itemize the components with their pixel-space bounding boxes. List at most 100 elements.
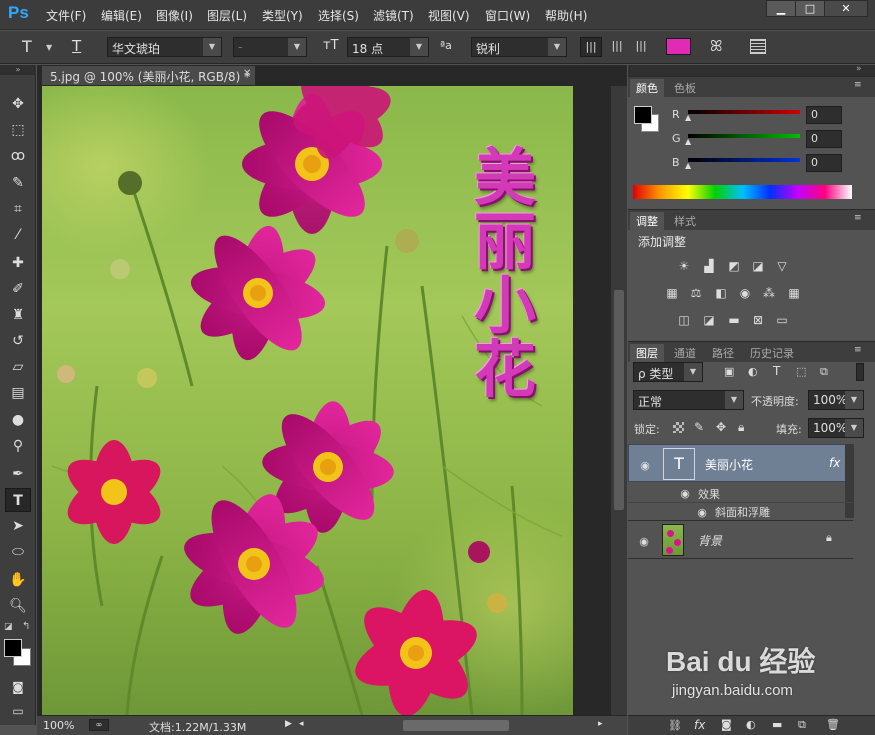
text-color-swatch[interactable] — [666, 38, 691, 55]
tab-adjustments[interactable]: 调整 — [630, 212, 664, 230]
foreground-color-swatch[interactable] — [4, 639, 22, 657]
tab-history[interactable]: 历史记录 — [744, 344, 800, 362]
filter-shape-icon[interactable]: ⬚ — [796, 365, 806, 378]
text-tool-preset-icon[interactable]: T — [22, 37, 32, 56]
visibility-eye-icon[interactable]: ◉ — [637, 535, 651, 548]
zoom-level[interactable]: 100% — [43, 719, 74, 732]
document-tab[interactable]: 5.jpg @ 100% (美丽小花, RGB/8) * — [42, 66, 255, 85]
new-group-icon[interactable]: ▬ — [772, 718, 782, 731]
tab-color[interactable]: 颜色 — [630, 79, 664, 97]
layer-row-background[interactable]: ◉ 背景 🔒︎ — [628, 521, 853, 559]
minimize-button[interactable]: ▁ — [766, 0, 796, 17]
toggle-text-orientation-icon[interactable]: T — [72, 37, 81, 55]
effects-eye-icon[interactable]: ◉ — [678, 487, 692, 500]
close-button[interactable]: ✕ — [824, 0, 868, 17]
channel-b-slider[interactable] — [688, 158, 800, 162]
exposure-icon[interactable]: ◪ — [750, 259, 766, 273]
bevel-eye-icon[interactable]: ◉ — [695, 506, 709, 519]
panel-menu-icon[interactable]: ≡ — [854, 80, 862, 90]
lock-transparency-icon[interactable] — [673, 422, 684, 433]
tab-layers[interactable]: 图层 — [630, 344, 664, 362]
opacity-input[interactable]: 100% ▼ — [808, 390, 864, 410]
scroll-right-icon[interactable]: ▸ — [598, 719, 603, 729]
hand-tool-icon[interactable]: ✋ — [5, 568, 31, 592]
channel-b-input[interactable]: 0 — [806, 154, 842, 172]
channel-r-input[interactable]: 0 — [806, 106, 842, 124]
brightness-icon[interactable]: ☀ — [676, 259, 692, 273]
black-white-icon[interactable]: ◧ — [713, 286, 729, 300]
dodge-tool-icon[interactable]: ⚲ — [5, 434, 31, 458]
invert-icon[interactable]: ◫ — [676, 313, 692, 327]
quick-mask-icon[interactable]: ◙ — [5, 675, 31, 699]
align-center-icon[interactable]: ||| — [606, 37, 628, 57]
filter-pixel-icon[interactable]: ▣ — [724, 365, 734, 378]
channel-g-input[interactable]: 0 — [806, 130, 842, 148]
new-adjustment-icon[interactable]: ◐ — [746, 718, 756, 731]
channel-r-slider[interactable] — [688, 110, 800, 114]
zoom-tool-icon[interactable]: 🔍︎ — [5, 594, 31, 618]
menu-filter[interactable]: 滤镜(T) — [373, 7, 414, 24]
menu-file[interactable]: 文件(F) — [46, 7, 86, 24]
type-tool-icon[interactable]: T — [5, 488, 31, 512]
collapse-panels-icon[interactable]: » — [856, 64, 862, 74]
swap-colors-icon[interactable]: ↰ — [22, 621, 30, 632]
layer-name-background[interactable]: 背景 — [698, 532, 722, 549]
fx-icon[interactable]: fx — [829, 456, 840, 470]
clone-stamp-tool-icon[interactable]: ♜ — [5, 303, 31, 327]
canvas-text-layer[interactable]: 美 丽 小 花 — [460, 146, 550, 402]
lock-pixels-icon[interactable]: ✎ — [694, 420, 704, 434]
panel-menu-icon[interactable]: ≡ — [854, 345, 862, 355]
filter-toggle[interactable] — [856, 363, 864, 381]
layer-filter-select[interactable]: ρ 类型 ▼ — [633, 362, 703, 382]
move-tool-icon[interactable]: ✥ — [5, 92, 31, 116]
blur-tool-icon[interactable]: ● — [5, 408, 31, 432]
menu-layer[interactable]: 图层(L) — [207, 7, 247, 24]
slider-thumb-icon[interactable]: ▲ — [685, 113, 691, 122]
menu-help[interactable]: 帮助(H) — [545, 7, 587, 24]
channel-g-slider[interactable] — [688, 134, 800, 138]
eyedropper-tool-icon[interactable]: ⁄ — [5, 223, 31, 247]
tab-paths[interactable]: 路径 — [706, 344, 740, 362]
antialias-select[interactable]: 锐利 ▼ — [471, 37, 567, 57]
threshold-icon[interactable]: ▬ — [726, 313, 742, 327]
chevron-down-icon[interactable]: ▼ — [46, 43, 52, 52]
link-layers-icon[interactable]: ⛓ — [668, 719, 682, 732]
menu-type[interactable]: 类型(Y) — [262, 7, 303, 24]
vertical-scroll-thumb[interactable] — [614, 290, 624, 510]
layer-effect-bevel-row[interactable]: ◉ 斜面和浮雕 — [628, 502, 853, 521]
slider-thumb-icon[interactable]: ▲ — [685, 161, 691, 170]
gradient-tool-icon[interactable]: ▤ — [5, 381, 31, 405]
warp-text-icon[interactable]: ꕤ — [710, 37, 722, 55]
layer-row-text[interactable]: ◉ T 美丽小花 fx — [628, 444, 853, 482]
history-brush-tool-icon[interactable]: ↺ — [5, 329, 31, 353]
color-spectrum-ramp[interactable] — [633, 185, 852, 199]
add-style-icon[interactable]: fx — [694, 718, 705, 732]
slider-thumb-icon[interactable]: ▲ — [685, 137, 691, 146]
close-tab-icon[interactable]: ✕ — [243, 68, 251, 79]
crop-tool-icon[interactable]: ⌗ — [5, 197, 31, 221]
delete-layer-icon[interactable]: 🗑︎ — [826, 718, 840, 731]
levels-icon[interactable]: ▟ — [701, 259, 717, 273]
menu-view[interactable]: 视图(V) — [428, 7, 470, 24]
channel-mixer-icon[interactable]: ⁂ — [761, 286, 777, 300]
photo-filter-icon[interactable]: ◉ — [737, 286, 753, 300]
selective-color-icon[interactable]: ⊠ — [750, 313, 766, 327]
vibrance-icon[interactable]: ▽ — [774, 259, 790, 273]
layer-effects-row[interactable]: ◉ 效果 — [628, 483, 853, 503]
menu-image[interactable]: 图像(I) — [156, 7, 193, 24]
align-left-icon[interactable]: ||| — [580, 37, 602, 57]
filter-smart-object-icon[interactable]: ⧉ — [820, 365, 828, 379]
default-colors-icon[interactable]: ◪ — [4, 622, 13, 632]
scroll-left-icon[interactable]: ◂ — [299, 719, 304, 729]
screen-mode-icon[interactable]: ▭ — [5, 699, 31, 723]
character-panel-icon[interactable] — [750, 39, 766, 54]
posterize-icon[interactable]: ◪ — [701, 313, 717, 327]
pen-tool-icon[interactable]: ✒ — [5, 462, 31, 486]
status-menu-arrow-icon[interactable]: ▶ — [285, 719, 292, 729]
status-preview-icon[interactable]: ∞ — [89, 719, 109, 731]
tab-channels[interactable]: 通道 — [668, 344, 702, 362]
color-lookup-icon[interactable]: ▦ — [786, 286, 802, 300]
healing-brush-tool-icon[interactable]: ✚ — [5, 251, 31, 275]
fill-input[interactable]: 100% ▼ — [808, 418, 864, 438]
document-canvas[interactable]: 美 丽 小 花 — [42, 86, 573, 715]
